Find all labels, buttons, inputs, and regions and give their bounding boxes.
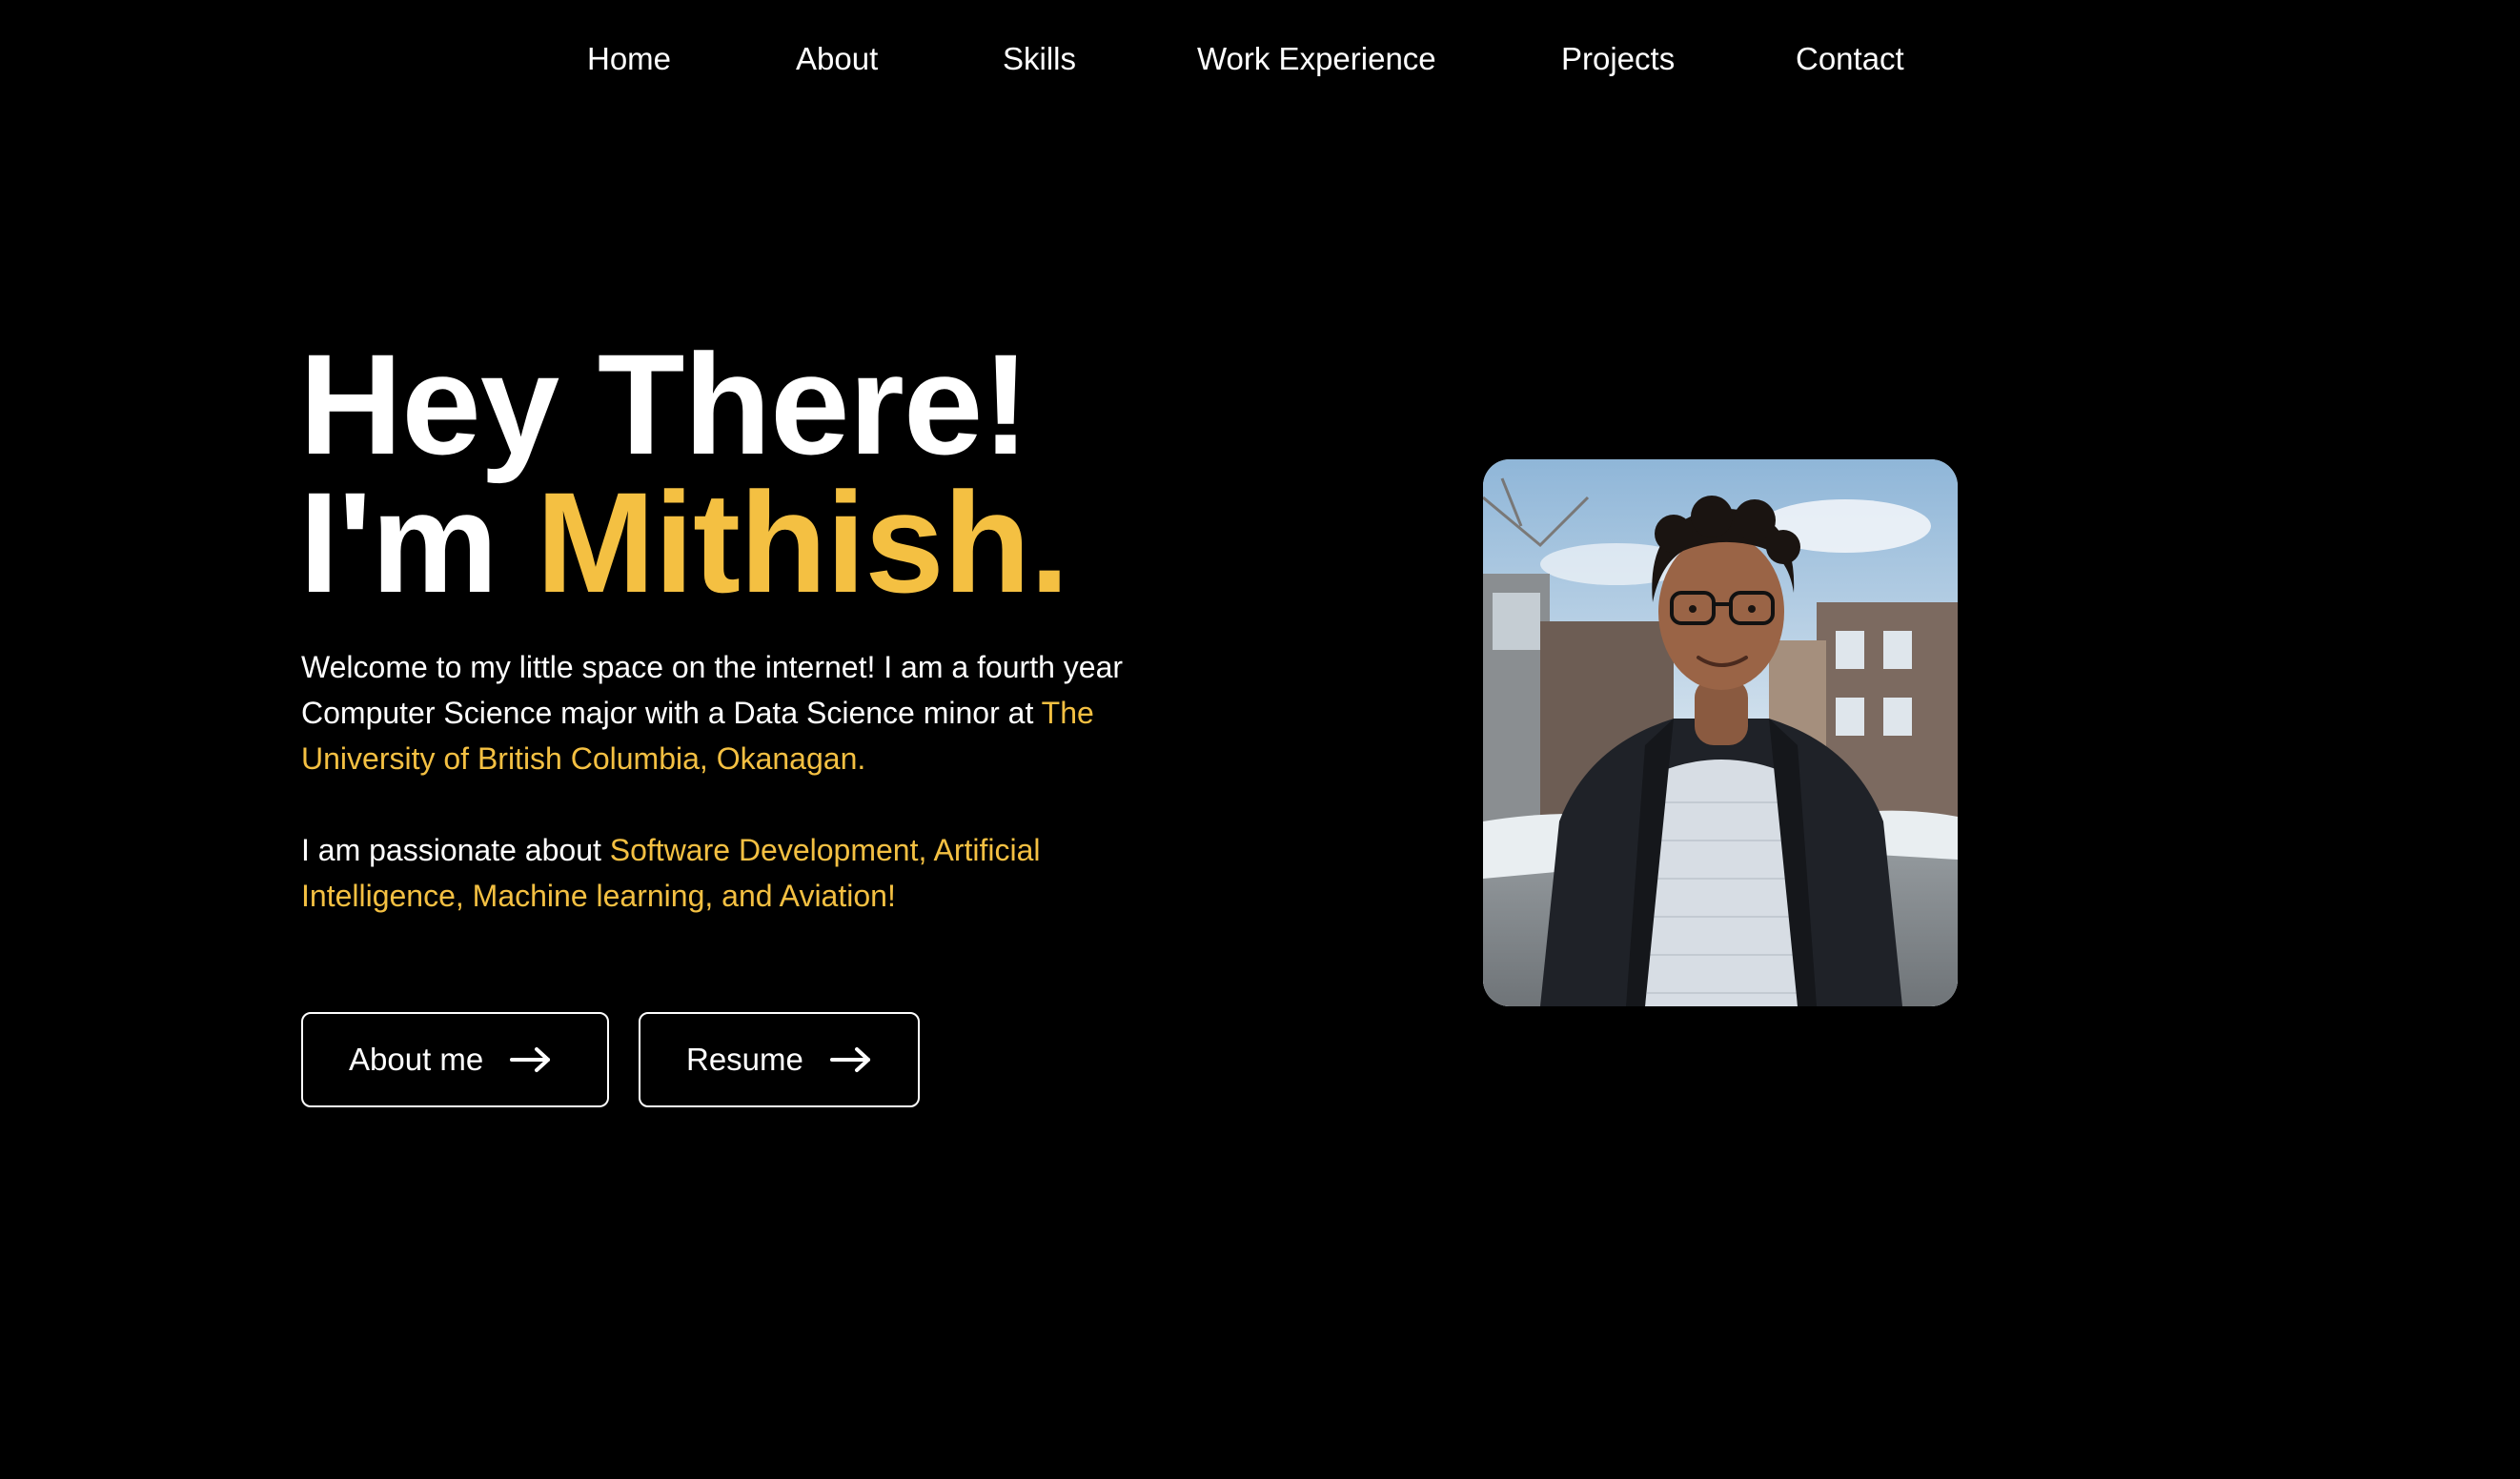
hero-heading: Hey There! I'm Mithish. <box>299 324 1069 614</box>
resume-label: Resume <box>686 1042 803 1077</box>
page: Home About Skills Work Experience Projec… <box>0 0 2520 1479</box>
nav-link-skills[interactable]: Skills <box>1003 36 1076 82</box>
about-me-label: About me <box>349 1042 484 1077</box>
nav-link-home[interactable]: Home <box>587 36 671 82</box>
nav-link-contact[interactable]: Contact <box>1796 36 1904 82</box>
passion-prefix: I am passionate about <box>301 833 610 867</box>
hero-name-prefix: I'm <box>299 462 537 622</box>
nav-link-work-experience[interactable]: Work Experience <box>1197 36 1436 82</box>
top-navigation: Home About Skills Work Experience Projec… <box>0 36 2520 82</box>
about-me-button[interactable]: About me <box>301 1012 609 1107</box>
nav-link-about[interactable]: About <box>796 36 878 82</box>
intro-text: Welcome to my little space on the intern… <box>301 650 1124 730</box>
arrow-right-icon <box>829 1045 872 1074</box>
hero-name-line: I'm Mithish. <box>299 471 1069 614</box>
intro-paragraph: Welcome to my little space on the intern… <box>301 644 1159 781</box>
resume-button[interactable]: Resume <box>639 1012 920 1107</box>
hero-name: Mithish. <box>536 462 1069 622</box>
arrow-right-icon <box>510 1045 552 1074</box>
profile-photo <box>1483 459 1958 1006</box>
passion-paragraph: I am passionate about Software Developme… <box>301 827 1159 919</box>
hero-greeting: Hey There! <box>299 324 1029 484</box>
nav-link-projects[interactable]: Projects <box>1561 36 1675 82</box>
